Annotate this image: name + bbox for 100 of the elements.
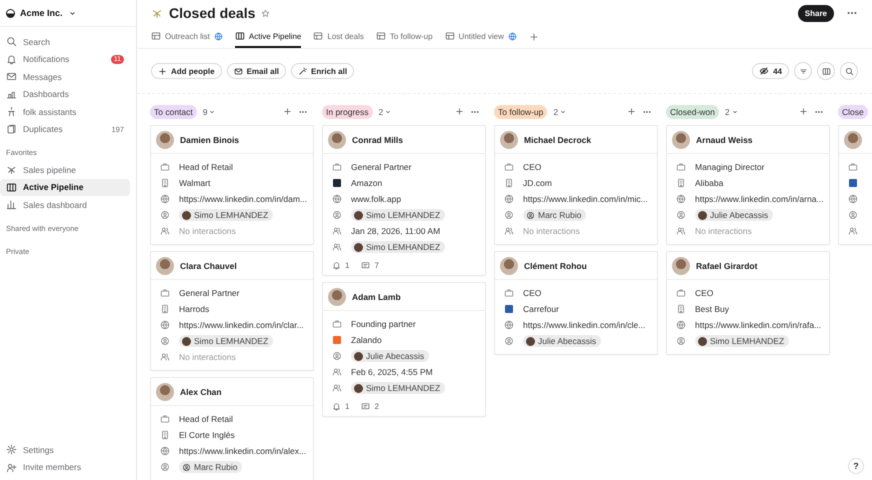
link-text[interactable]: https://www.linkedin.com/in/mic... (523, 194, 648, 204)
share-button[interactable]: Share (798, 4, 834, 22)
view-tab[interactable]: Untitled view (444, 26, 517, 48)
action-button[interactable]: Email all (226, 63, 286, 79)
hidden-fields-button[interactable]: 44 (752, 63, 789, 79)
field-value: Founding partner (351, 319, 416, 329)
person-tag[interactable]: Simo LEMHANDEZ (351, 241, 446, 253)
person-name: Simo LEMHANDEZ (194, 336, 268, 346)
sidebar-item[interactable]: Sales pipeline (0, 161, 130, 178)
columns-icon (6, 182, 17, 193)
reminder-count: 1 (332, 261, 350, 270)
count-dropdown[interactable]: 2 (378, 107, 392, 117)
globe-icon (160, 446, 170, 456)
search-icon (6, 36, 17, 48)
caret-icon (384, 108, 392, 116)
person-tag[interactable]: Julie Abecassis (523, 335, 602, 347)
count-dropdown[interactable]: 2 (724, 107, 739, 117)
avatar-icon (698, 336, 707, 346)
sidebar-item[interactable]: folk assistants (0, 103, 130, 120)
people-icon (160, 226, 170, 236)
view-tab[interactable]: To follow-up (376, 26, 433, 48)
contact-card[interactable]: Damien Binois Head of Retail Walmart https://www.linkedin.com/in/dam... Simo LEMHANDEZ No interactions (150, 125, 314, 245)
avatar-icon (354, 210, 363, 220)
contact-card[interactable]: Rafael Girardot CEO Best Buy https://www.linkedin.com/in/rafa... Simo LEMHANDEZ (666, 251, 830, 355)
user-circle-icon (160, 210, 170, 220)
link-text[interactable]: https://www.linkedin.com/in/rafa... (695, 320, 822, 330)
person-tag[interactable]: Simo LEMHANDEZ (695, 335, 790, 347)
briefcase-icon (160, 162, 170, 172)
add-card-button[interactable] (799, 107, 808, 117)
briefcase-icon (676, 162, 686, 172)
person-tag[interactable]: Simo LEMHANDEZ (351, 209, 446, 221)
favorite-star[interactable] (261, 8, 270, 18)
columns-button[interactable] (817, 62, 835, 80)
person-name: Simo LEMHANDEZ (366, 242, 440, 252)
person-tag[interactable]: Simo LEMHANDEZ (351, 382, 446, 394)
person-tag[interactable]: Simo LEMHANDEZ (179, 209, 274, 221)
link-text[interactable]: https://www.linkedin.com/in/cle... (523, 320, 646, 330)
action-button[interactable]: Add people (151, 63, 222, 79)
contact-card[interactable]: Conrad Mills General Partner Amazon www.folk.app Simo LEMHANDEZ Jan 28, 2026, 11:00 AM Simo LEMHANDEZ 1 7 (322, 125, 486, 276)
envelope-icon (234, 66, 243, 76)
contact-card[interactable]: Clara Chauvel General Partner Harrods https://www.linkedin.com/in/clar... Simo LEMHANDEZ No interactions (150, 251, 314, 371)
sidebar-item[interactable]: Dashboards (0, 86, 130, 103)
plus-icon (627, 107, 636, 116)
person-tag[interactable]: Julie Abecassis (695, 209, 774, 221)
caret-icon (208, 108, 216, 116)
comment-count: 2 (361, 402, 379, 411)
add-card-button[interactable] (455, 107, 464, 117)
field-value: No interactions (179, 226, 236, 236)
sidebar-item[interactable]: Settings (0, 441, 130, 458)
briefcase-icon (676, 288, 686, 298)
link-text[interactable]: https://www.linkedin.com/in/alex... (179, 446, 306, 456)
workspace-switcher[interactable]: Acme Inc. (0, 0, 136, 27)
sidebar-item[interactable]: Active Pipeline (0, 178, 130, 196)
sidebar-item[interactable]: Invite members (0, 458, 130, 476)
comment-icon (361, 261, 370, 270)
action-button[interactable]: Enrich all (291, 63, 354, 79)
building-icon (160, 178, 170, 188)
contact-card[interactable]: Adam Lamb Founding partner Zalando Julie Abecassis Feb 6, 2025, 4:55 PM Simo LEMHANDEZ 1 2 (322, 282, 486, 417)
view-tab[interactable]: Lost deals (313, 26, 364, 48)
link-text[interactable]: https://www.linkedin.com/in/clar... (179, 320, 304, 330)
sidebar-item[interactable]: Sales dashboard (0, 196, 130, 214)
contact-card[interactable]: Alex Chan Head of Retail El Corte Inglés https://www.linkedin.com/in/alex... Marc Rubio (150, 377, 314, 480)
contact-name: Adam Lamb (352, 292, 401, 302)
add-card-button[interactable] (627, 107, 636, 117)
person-tag[interactable]: Marc Rubio (179, 461, 242, 473)
bell-icon (332, 402, 341, 411)
person-tag[interactable]: Marc Rubio (523, 209, 586, 221)
filter-button[interactable] (794, 62, 812, 80)
person-name: Julie Abecassis (710, 210, 768, 220)
contact-card[interactable]: Clément Rohou CEO Carrefour https://www.linkedin.com/in/cle... Julie Abecassis (494, 251, 658, 355)
search-button[interactable] (840, 62, 858, 80)
avatar-photo (844, 130, 862, 148)
person-name: Simo LEMHANDEZ (366, 383, 440, 393)
field-value: Best Buy (695, 304, 730, 314)
field-value: CEO (695, 288, 714, 298)
globe-icon (504, 194, 514, 204)
caret-icon (559, 108, 568, 116)
briefcase-icon (332, 319, 342, 329)
link-text[interactable]: https://www.linkedin.com/in/dam... (179, 194, 308, 204)
person-tag[interactable]: Simo LEMHANDEZ (179, 335, 274, 347)
count-dropdown[interactable]: 9 (202, 107, 216, 117)
add-card-button[interactable] (283, 107, 292, 117)
view-tab[interactable]: Active Pipeline (234, 26, 302, 48)
view-tab[interactable]: Outreach list (151, 26, 223, 48)
contact-name: Damien Binois (180, 134, 240, 144)
link-text[interactable]: https://www.linkedin.com/in/arna... (695, 194, 824, 204)
globe-icon (676, 194, 686, 204)
briefcase-icon (160, 414, 170, 424)
user-circle-icon (332, 351, 342, 361)
sidebar-item[interactable]: Search (0, 33, 130, 50)
help-button[interactable]: ? (848, 458, 864, 474)
sidebar-item[interactable]: Messages (0, 68, 130, 86)
count-dropdown[interactable]: 2 (553, 107, 568, 117)
contact-card[interactable]: Arnaud Weiss Managing Director Alibaba https://www.linkedin.com/in/arna... Julie Abecassis No interactions (666, 125, 830, 245)
field-value: Head of Retail (179, 414, 233, 424)
field-value: No interactions (695, 226, 752, 236)
table-icon (444, 31, 455, 41)
person-tag[interactable]: Julie Abecassis (351, 350, 430, 362)
link-text[interactable]: www.folk.app (351, 194, 402, 204)
contact-card[interactable]: Michael Decrock CEO JD.com https://www.linkedin.com/in/mic... Marc Rubio No interactions (494, 125, 658, 245)
